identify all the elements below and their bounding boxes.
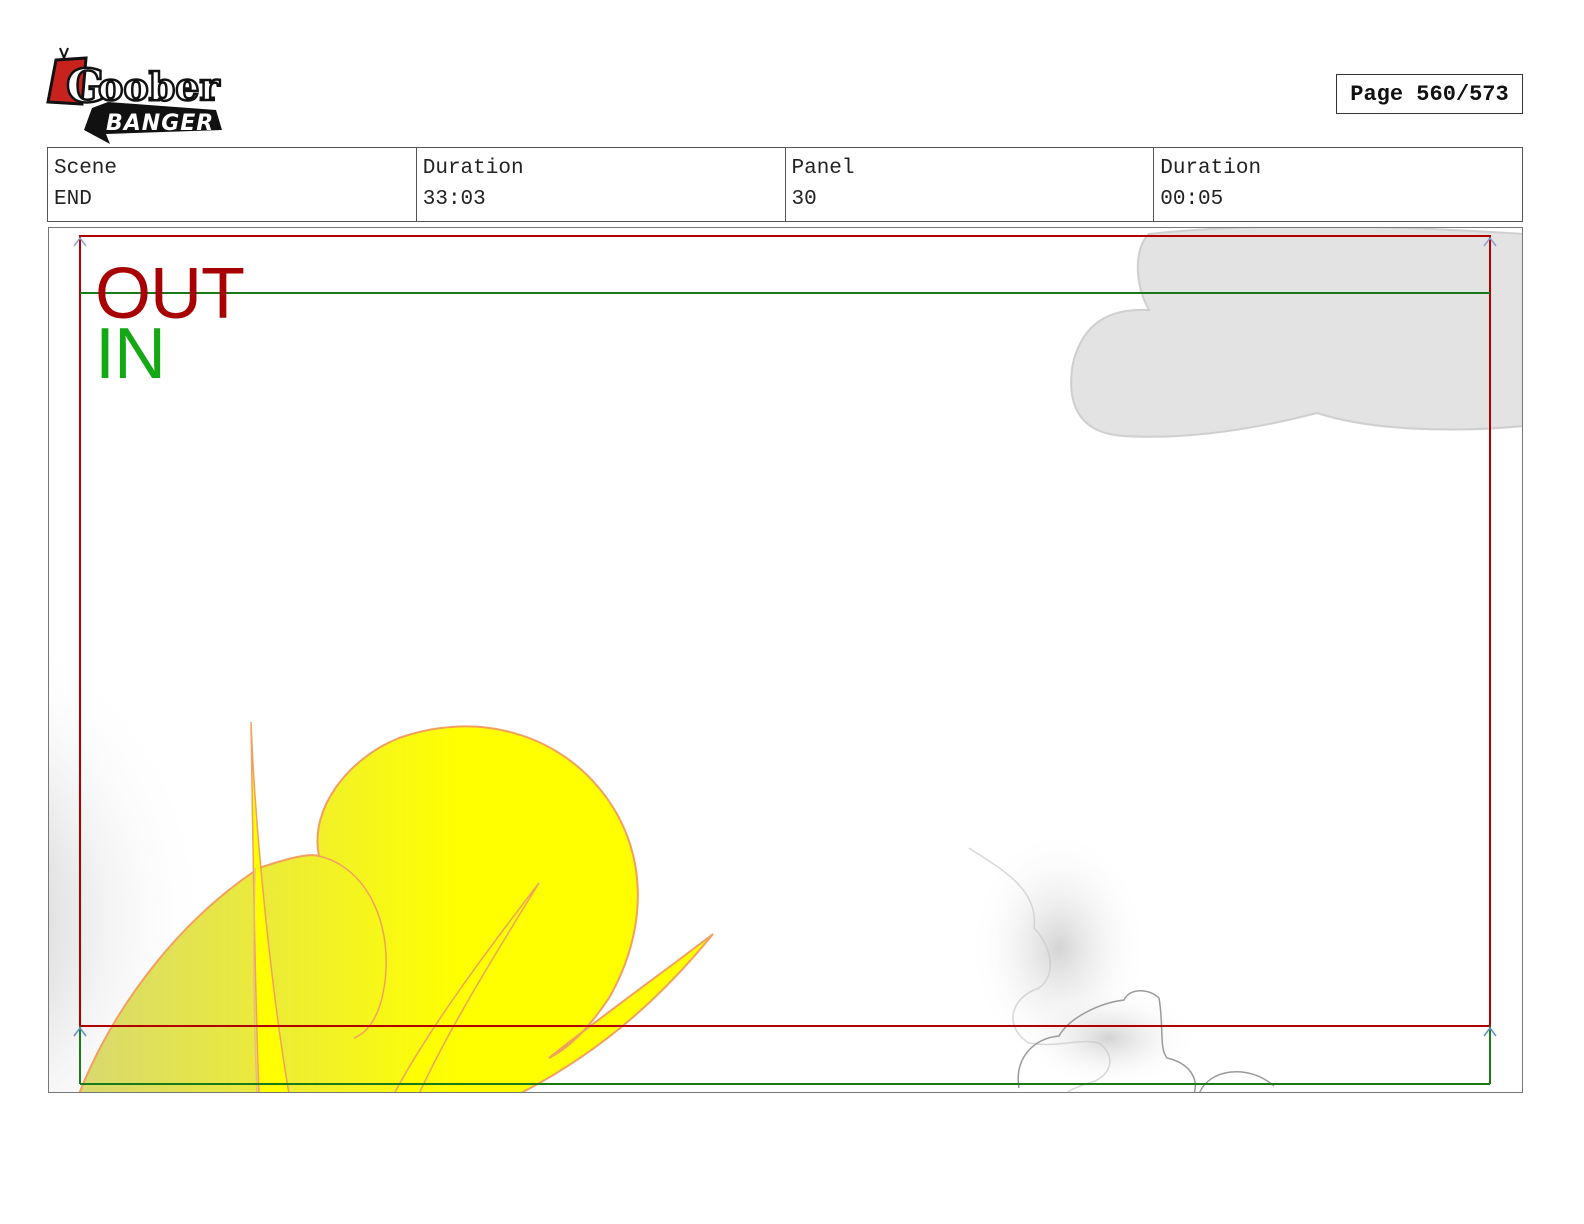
svg-text:oober: oober (98, 64, 220, 109)
scene-cell: Scene END (48, 148, 417, 221)
logo-icon: G oober BANGER (46, 47, 222, 144)
panel-label: Panel (791, 157, 855, 180)
storyboard-panel: OUT IN (48, 227, 1523, 1093)
scene-duration-label: Duration (422, 157, 524, 180)
scene-info-row: Scene END Duration 33:03 Panel 30 Durati… (47, 147, 1523, 222)
scene-duration-cell: Duration 33:03 (417, 148, 786, 221)
panel-drawing (49, 228, 1522, 1092)
scene-value: END (54, 188, 92, 211)
scene-label: Scene (54, 157, 118, 180)
panel-value: 30 (791, 188, 817, 211)
panel-duration-value: 00:05 (1160, 188, 1224, 211)
cloud-shape (1070, 228, 1522, 438)
svg-text:BANGER: BANGER (106, 111, 214, 136)
panel-duration-label: Duration (1160, 157, 1262, 180)
smoke-outline-3 (1199, 1070, 1275, 1092)
panel-duration-cell: Duration 00:05 (1154, 148, 1522, 221)
goober-banger-logo: G oober BANGER (46, 44, 232, 148)
panel-cell: Panel 30 (786, 148, 1155, 221)
in-label: IN (95, 314, 166, 394)
scene-duration-value: 33:03 (422, 188, 486, 211)
page-counter: Page 560/573 (1336, 74, 1523, 114)
